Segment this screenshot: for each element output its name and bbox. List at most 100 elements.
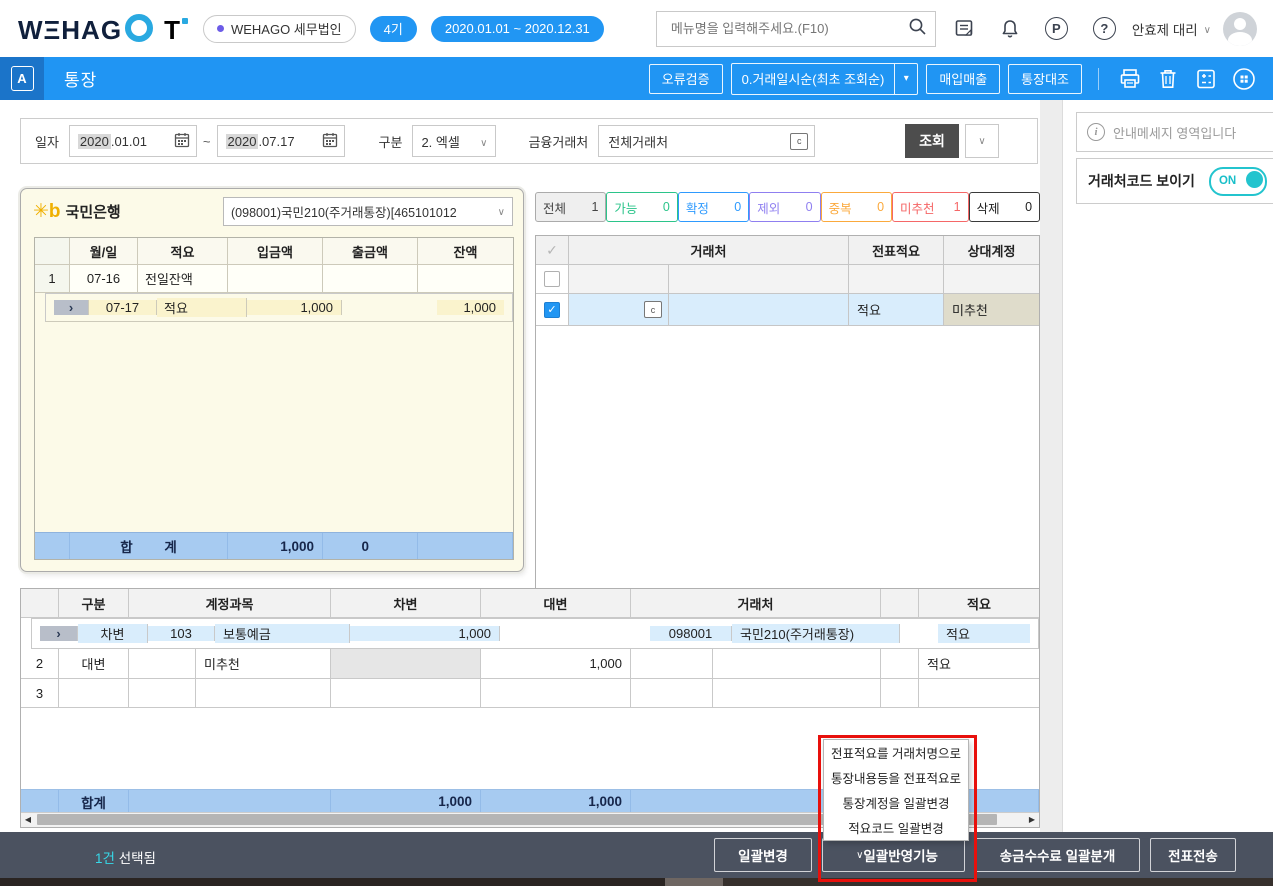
date-label: 일자 <box>35 132 59 151</box>
chevron-down-icon <box>978 135 985 147</box>
cell-type: 대변 <box>59 649 129 678</box>
pill-duplicate[interactable]: 중복0 <box>821 192 892 222</box>
chevron-down-icon[interactable] <box>894 64 917 94</box>
cell-vendor-code: 098001 <box>650 626 732 641</box>
pill-possible[interactable]: 가능0 <box>606 192 677 222</box>
bank-row[interactable]: 1 07-16 전일잔액 <box>35 265 513 293</box>
cell-credit: 1,000 <box>481 649 631 678</box>
journal-grid-header: 구분 계정과목 차변 대변 거래처 적요 <box>21 589 1039 618</box>
match-grid-header: ✓ 거래처 전표적요 상대계정 <box>536 236 1039 265</box>
trash-icon[interactable] <box>1153 64 1183 94</box>
kb-bank-icon: ✳b <box>33 200 61 223</box>
bank-row-selected[interactable]: › 07-17 적요 1,000 1,000 <box>45 293 513 322</box>
account-option: (098001)국민210(주거래통장)[465101012 <box>231 202 457 221</box>
row-number-header <box>21 589 59 617</box>
row-checkbox-cell: ✓ <box>536 294 569 325</box>
pill-label: 확정 <box>686 198 709 217</box>
row-marker: › <box>40 626 78 641</box>
search-icon[interactable] <box>908 17 927 41</box>
code-search-icon[interactable]: c <box>644 301 662 318</box>
calendar-icon[interactable] <box>174 132 190 151</box>
menu-item-slip-memo-to-vendor[interactable]: 전표적요를 거래처명으로 <box>824 740 968 765</box>
bank-total-withdraw: 0 <box>323 533 418 559</box>
calculator-note-icon[interactable] <box>1191 64 1221 94</box>
purchase-sales-button[interactable]: 매입매출 <box>926 64 1000 94</box>
pill-count: 0 <box>663 200 670 214</box>
account-select[interactable]: (098001)국민210(주거래통장)[465101012 <box>223 197 513 226</box>
batch-apply-button[interactable]: 일괄반영기능 <box>822 838 965 872</box>
cell-vendor-name: 국민210(주거래통장) <box>732 624 900 643</box>
info-icon: i <box>1087 123 1105 141</box>
total-spacer <box>21 790 59 813</box>
error-check-button[interactable]: 오류검증 <box>649 64 723 94</box>
send-slip-button[interactable]: 전표전송 <box>1150 838 1236 872</box>
bank-passbook-panel: ✳b 국민은행 (098001)국민210(주거래통장)[465101012 월… <box>20 188 524 572</box>
type-select[interactable]: 2. 엑셀 <box>412 125 496 157</box>
fin-vendor-input[interactable]: 전체거래처 c <box>598 125 815 157</box>
pill-excluded[interactable]: 제외0 <box>749 192 820 222</box>
vendor-code-toggle[interactable]: ON <box>1209 167 1267 196</box>
menu-item-memo-code-batch[interactable]: 적요코드 일괄변경 <box>824 815 968 840</box>
match-row-selected[interactable]: ✓ c 적요 미추천 <box>536 294 1039 326</box>
print-icon[interactable] <box>1115 64 1145 94</box>
selection-suffix: 선택됨 <box>115 851 156 866</box>
scroll-right-icon[interactable]: ▶ <box>1025 813 1039 826</box>
calendar-icon[interactable] <box>322 132 338 151</box>
chevron-down-icon <box>1204 21 1211 36</box>
cell-account-code <box>129 679 196 707</box>
journal-row-selected[interactable]: › 차변 103 보통예금 1,000 098001 국민210(주거래통장) … <box>31 618 1039 649</box>
sort-order-value: 0.거래일시순(최초 조회순) <box>732 64 895 94</box>
cell-memo: 적요 <box>938 624 1030 643</box>
date-from-input[interactable]: 2020.01.01 <box>69 125 197 157</box>
checkbox-checked[interactable]: ✓ <box>544 302 560 318</box>
date-to-input[interactable]: 2020.07.17 <box>217 125 345 157</box>
cell-credit <box>481 679 631 707</box>
avatar[interactable] <box>1223 12 1257 46</box>
strip-segment <box>665 878 723 886</box>
top-header: WΞHAGT WEHAGO 세무법인 4기 2020.01.01 ~ 2020.… <box>0 0 1273 57</box>
cell-memo: 적요 <box>919 649 1039 678</box>
select-all-checkbox[interactable]: ✓ <box>536 236 569 264</box>
pill-confirmed[interactable]: 확정0 <box>678 192 749 222</box>
match-row[interactable] <box>536 265 1039 294</box>
apps-grid-icon[interactable] <box>1229 64 1259 94</box>
cell-deposit: 1,000 <box>247 300 342 315</box>
menu-search-box[interactable] <box>656 11 936 47</box>
fin-vendor-value: 전체거래처 <box>608 132 668 151</box>
journal-row[interactable]: 2 대변 미추천 1,000 적요 <box>21 649 1039 679</box>
menu-code-box[interactable]: A <box>0 57 44 100</box>
help-icon[interactable]: ? <box>1093 17 1116 40</box>
pill-deleted[interactable]: 삭제0 <box>969 192 1040 222</box>
user-menu[interactable]: 안효제 대리 <box>1132 19 1211 39</box>
batch-change-button[interactable]: 일괄변경 <box>714 838 812 872</box>
cell-spacer <box>881 649 919 678</box>
checkbox-unchecked[interactable] <box>544 271 560 287</box>
batch-apply-label: 일괄반영기능 <box>863 845 938 865</box>
menu-item-bank-account-batch[interactable]: 통장계정을 일괄변경 <box>824 790 968 815</box>
search-button[interactable]: 조회 <box>905 124 959 158</box>
info-message: 안내메세지 영역입니다 <box>1113 123 1236 142</box>
pill-not-recommended[interactable]: 미추천1 <box>892 192 969 222</box>
notification-bell-icon[interactable] <box>1000 18 1020 39</box>
cell-vendor-name <box>713 649 881 678</box>
search-options-button[interactable] <box>965 124 999 158</box>
vendor-code-toggle-box: 거래처코드 보이기 ON <box>1076 158 1273 204</box>
cell-type <box>59 679 129 707</box>
partner-p-icon[interactable]: P <box>1045 17 1068 40</box>
scroll-left-icon[interactable]: ◀ <box>21 813 35 826</box>
col-slip-memo: 전표적요 <box>849 236 944 264</box>
journal-total-label: 합계 <box>59 790 129 813</box>
company-badge-label: WEHAGO 세무법인 <box>231 19 342 38</box>
fee-batch-button[interactable]: 송금수수료 일괄분개 <box>975 838 1140 872</box>
col-date: 월/일 <box>70 238 138 264</box>
journal-row[interactable]: 3 <box>21 679 1039 708</box>
sort-order-select[interactable]: 0.거래일시순(최초 조회순) <box>731 63 919 95</box>
memo-icon[interactable] <box>954 18 975 39</box>
pill-count: 1 <box>591 200 598 214</box>
ledger-compare-button[interactable]: 통장대조 <box>1008 64 1082 94</box>
pill-all[interactable]: 전체1 <box>535 192 606 222</box>
menu-search-input[interactable] <box>669 20 908 37</box>
code-search-icon[interactable]: c <box>790 133 808 150</box>
menu-item-bank-content-to-memo[interactable]: 통장내용등을 전표적요로 <box>824 765 968 790</box>
cell-date: 07-17 <box>89 300 157 315</box>
